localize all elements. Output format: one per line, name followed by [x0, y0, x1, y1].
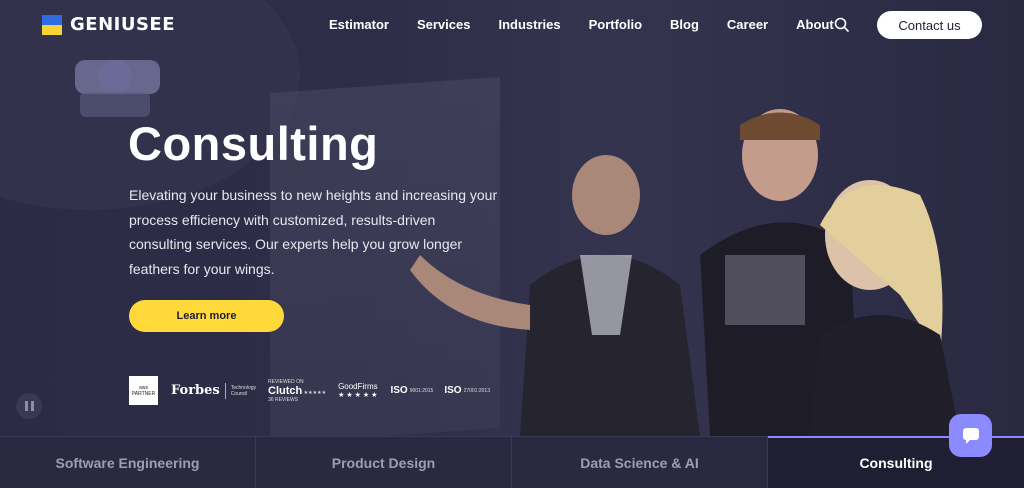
aws-partner-badge: aws PARTNER: [129, 376, 158, 405]
service-tabs: Software Engineering Product Design Data…: [0, 436, 1024, 488]
clutch-name: Clutch: [268, 384, 303, 397]
iso-9001-number: 9001:2015: [409, 387, 434, 394]
aws-partner-label: PARTNER: [131, 390, 156, 397]
goodfirms-stars: ★★★★★: [338, 392, 380, 399]
certification-badges: aws PARTNER Forbes Technology Council RE…: [129, 376, 490, 405]
nav-item-services[interactable]: Services: [417, 17, 471, 32]
nav-item-portfolio[interactable]: Portfolio: [589, 17, 642, 32]
goodfirms-badge: GoodFirms ★★★★★: [338, 382, 379, 399]
chat-icon: [962, 427, 979, 444]
flag-bottom-stripe: [42, 24, 62, 35]
chat-bubble-icon[interactable]: [949, 414, 992, 457]
forbes-sub-line-2: Council: [230, 390, 248, 397]
learn-more-button[interactable]: Learn more: [129, 300, 284, 332]
pause-bar: [24, 401, 28, 411]
iso-9001-badge: ISO 9001:2015: [390, 385, 433, 396]
main-nav: Estimator Services Industries Portfolio …: [329, 17, 862, 32]
pause-icon[interactable]: [16, 393, 42, 419]
iso-mark: ISO: [390, 385, 408, 396]
ukraine-flag-icon: [42, 14, 62, 35]
contact-us-button[interactable]: Contact us: [877, 11, 982, 39]
tab-data-science-ai[interactable]: Data Science & AI: [512, 436, 768, 488]
tab-product-design[interactable]: Product Design: [256, 436, 512, 488]
forbes-sub: Technology Council: [231, 385, 256, 397]
nav-item-about[interactable]: About: [796, 17, 834, 32]
search-icon[interactable]: [834, 17, 850, 33]
pause-bar: [30, 401, 34, 411]
forbes-divider: [224, 382, 226, 399]
brand-logo[interactable]: GENIUSEE: [42, 14, 175, 35]
flag-top-stripe: [42, 14, 62, 25]
nav-item-industries[interactable]: Industries: [498, 17, 560, 32]
nav-item-estimator[interactable]: Estimator: [329, 17, 389, 32]
iso-27001-number: 27001:2013: [463, 387, 490, 394]
brand-name: GENIUSEE: [70, 14, 176, 35]
iso-27001-badge: ISO 27001:2013: [444, 385, 490, 396]
nav-item-blog[interactable]: Blog: [670, 17, 699, 32]
tab-software-engineering[interactable]: Software Engineering: [0, 436, 256, 488]
hero-description: Elevating your business to new heights a…: [129, 187, 498, 277]
iso-mark: ISO: [444, 385, 462, 396]
forbes-badge: Forbes Technology Council: [171, 382, 256, 399]
page-title: Consulting: [128, 117, 379, 170]
clutch-badge: REVIEWED ON Clutch ★★★★★ 36 REVIEWS: [268, 379, 326, 403]
nav-item-career[interactable]: Career: [727, 17, 768, 32]
top-navbar: GENIUSEE Estimator Services Industries P…: [0, 0, 1024, 50]
goodfirms-name: GoodFirms: [338, 382, 378, 391]
clutch-stars: ★★★★★: [303, 389, 327, 396]
forbes-name: Forbes: [171, 383, 220, 398]
clutch-reviews: 36 REVIEWS: [268, 396, 299, 403]
camera-illustration: [75, 60, 160, 117]
